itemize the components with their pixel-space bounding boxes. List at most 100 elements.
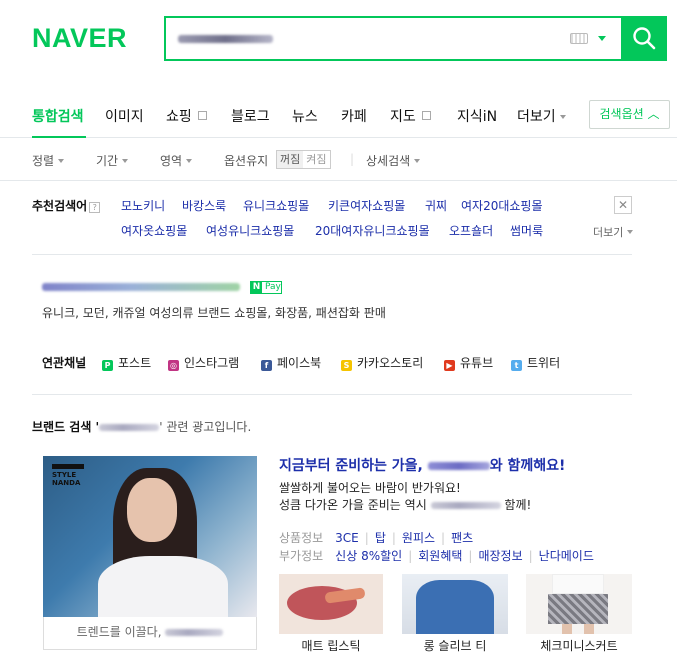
brand-heading-prefix: 브랜드 검색 ': [32, 420, 100, 434]
keyboard-icon[interactable]: [570, 33, 588, 44]
skirt-shape: [548, 594, 608, 624]
info-link[interactable]: 탑: [375, 531, 386, 545]
thumb-long-sleeve[interactable]: [402, 574, 508, 634]
info-link[interactable]: 팬츠: [451, 531, 473, 545]
channel-label: 카카오스토리: [357, 356, 424, 370]
brand-headline[interactable]: 지금부터 준비하는 가을, 와 함께해요!: [279, 455, 565, 475]
close-icon[interactable]: ✕: [614, 196, 632, 214]
related-link[interactable]: 키큰여자쇼핑몰: [328, 197, 405, 214]
caret-down-icon: [414, 159, 421, 163]
label-line2: NANDA: [52, 479, 81, 487]
keep-options-label: 옵션유지: [224, 154, 269, 168]
thumb-label[interactable]: 매트 립스틱: [279, 637, 383, 654]
info-link[interactable]: 매장정보: [478, 549, 522, 563]
related-link[interactable]: 여성유니크쇼핑몰: [206, 222, 294, 239]
site-title-redacted[interactable]: [42, 283, 240, 291]
related-link[interactable]: 귀찌: [425, 197, 447, 214]
tab-all[interactable]: 통합검색: [32, 106, 84, 126]
related-link[interactable]: 여자옷쇼핑몰: [121, 222, 187, 239]
chevron-down-icon[interactable]: [598, 36, 606, 41]
info-link[interactable]: 회원혜택: [418, 549, 462, 563]
filter-bar: 정렬 기간 영역 옵션유지 꺼짐 켜짐 | 상세검색: [0, 138, 677, 181]
section-divider: [32, 254, 632, 255]
channel-facebook[interactable]: f 페이스북: [261, 354, 321, 371]
brand-main-image[interactable]: STYLE NANDA: [43, 456, 257, 617]
desc2-suffix: 함께!: [504, 498, 532, 512]
tab-more[interactable]: 더보기: [517, 106, 566, 126]
youtube-icon: ▶: [444, 360, 455, 371]
tab-news[interactable]: 뉴스: [292, 106, 318, 126]
site-description: 유니크, 모던, 캐쥬얼 여성의류 브랜드 쇼핑몰, 화장품, 패션잡화 판매: [42, 306, 386, 320]
related-link[interactable]: 썸머룩: [510, 222, 543, 239]
tab-label: 쇼핑: [166, 109, 192, 125]
channel-youtube[interactable]: ▶ 유튜브: [444, 354, 493, 371]
tab-shopping[interactable]: 쇼핑: [166, 106, 207, 126]
filter-detail-search[interactable]: 상세검색: [366, 152, 421, 169]
caret-down-icon: [559, 115, 566, 119]
section-divider: [32, 394, 632, 395]
related-link[interactable]: 모노키니: [121, 197, 165, 214]
filter-period[interactable]: 기간: [96, 152, 129, 169]
toggle-on-option[interactable]: 켜짐: [303, 151, 329, 168]
channel-label: 유튜브: [460, 356, 494, 370]
more-label: 더보기: [593, 226, 624, 239]
leg-shape: [584, 624, 594, 634]
post-icon: P: [102, 360, 113, 371]
desc2-prefix: 성큼 다가온 가을 준비는 역시: [279, 498, 427, 512]
thumb-label[interactable]: 체크미니스커트: [526, 637, 632, 654]
channel-label: 페이스북: [277, 356, 322, 370]
info-label: 상품정보: [279, 531, 324, 545]
brand-desc-line2: 성큼 다가온 가을 준비는 역시 함께!: [279, 496, 531, 513]
channels-title: 연관채널: [42, 356, 87, 370]
external-window-icon: [197, 111, 207, 120]
related-search-title: 추천검색어?: [32, 197, 101, 214]
npay-badge: N Pay: [250, 281, 282, 294]
tab-images[interactable]: 이미지: [105, 106, 144, 126]
channel-kakaostory[interactable]: S 카카오스토리: [341, 354, 423, 371]
caret-down-icon: [58, 159, 65, 163]
related-more-button[interactable]: 더보기: [593, 224, 634, 240]
related-link[interactable]: 바캉스룩: [182, 197, 226, 214]
caption-redacted: [165, 629, 224, 636]
tab-map[interactable]: 지도: [390, 106, 431, 126]
search-options-button[interactable]: 검색옵션 ︿: [589, 100, 670, 129]
channel-label: 포스트: [118, 356, 152, 370]
related-link[interactable]: 20대여자유니크쇼핑몰: [315, 222, 430, 239]
caret-down-icon: [627, 230, 634, 234]
help-icon[interactable]: ?: [89, 202, 101, 213]
naver-logo[interactable]: NAVER: [32, 23, 127, 54]
thumb-lipstick[interactable]: [279, 574, 383, 634]
info-link[interactable]: 신상 8%할인: [335, 549, 402, 563]
caret-down-icon: [186, 159, 193, 163]
brand-name-redacted: [99, 424, 160, 431]
channel-twitter[interactable]: t 트위터: [511, 354, 560, 371]
channel-post[interactable]: P 포스트: [102, 354, 151, 371]
tab-kin[interactable]: 지식iN: [457, 106, 497, 126]
chevron-up-icon: ︿: [647, 107, 660, 121]
brand-heading-suffix: ' 관련 광고입니다.: [159, 420, 252, 434]
related-link[interactable]: 유니크쇼핑몰: [243, 197, 309, 214]
filter-label: 기간: [96, 154, 119, 168]
info-link[interactable]: 3CE: [335, 531, 359, 545]
keep-options-toggle[interactable]: 꺼짐 켜짐: [276, 150, 331, 169]
channel-instagram[interactable]: ◎ 인스타그램: [168, 354, 239, 371]
related-title-text: 추천검색어: [32, 199, 88, 213]
leg-shape: [562, 624, 572, 634]
search-input[interactable]: [164, 16, 667, 61]
headline-redacted: [427, 462, 490, 470]
thumb-label[interactable]: 롱 슬리브 티: [402, 637, 508, 654]
tab-cafe[interactable]: 카페: [341, 106, 367, 126]
info-link[interactable]: 원피스: [402, 531, 435, 545]
filter-area[interactable]: 영역: [160, 152, 193, 169]
search-options-label: 검색옵션: [599, 107, 644, 121]
related-link[interactable]: 오프숄더: [449, 222, 493, 239]
filter-divider: |: [350, 152, 355, 166]
search-button[interactable]: [621, 16, 667, 61]
info-link[interactable]: 난다메이드: [539, 549, 594, 563]
brand-image-caption[interactable]: 트렌드를 이끌다,: [43, 617, 257, 650]
tab-blog[interactable]: 블로그: [231, 106, 270, 126]
related-link[interactable]: 여자20대쇼핑몰: [461, 197, 543, 214]
filter-sort[interactable]: 정렬: [32, 152, 65, 169]
toggle-off-option[interactable]: 꺼짐: [277, 151, 304, 168]
thumb-check-skirt[interactable]: [526, 574, 632, 634]
